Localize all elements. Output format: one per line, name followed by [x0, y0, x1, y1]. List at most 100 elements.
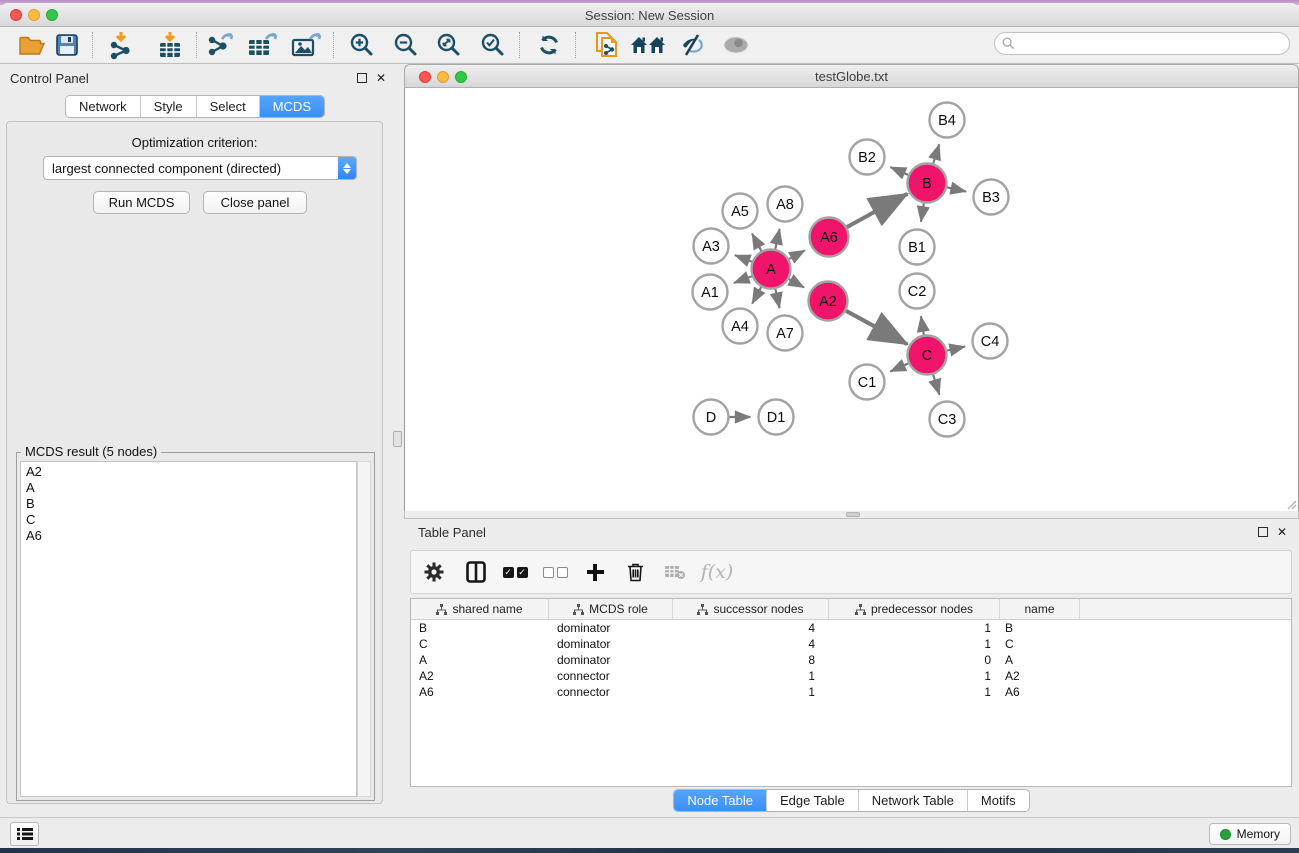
import-table-button[interactable] [152, 29, 188, 61]
table-row[interactable]: Adominator80A [411, 652, 1291, 668]
export-table-button[interactable] [244, 29, 280, 61]
zoom-selected-button[interactable] [475, 29, 511, 61]
column-header-MCDS-role[interactable]: MCDS role [549, 599, 673, 619]
tab-node-table[interactable]: Node Table [674, 790, 766, 811]
edge-A-A5[interactable] [752, 233, 761, 250]
edge-A-A4[interactable] [752, 287, 761, 304]
panel-splitter-handle[interactable] [393, 431, 402, 447]
export-network-button[interactable] [202, 29, 238, 61]
cell-successor-nodes[interactable]: 4 [673, 620, 829, 636]
close-panel-icon[interactable]: ✕ [376, 71, 386, 85]
cell-predecessor-nodes[interactable]: 1 [829, 620, 1000, 636]
mcds-result-item[interactable]: C [21, 512, 356, 528]
table-options-gear-button[interactable] [411, 555, 457, 589]
close-panel-button[interactable]: Close panel [203, 191, 307, 214]
edge-B-B2[interactable] [890, 167, 908, 175]
delete-row-button[interactable] [615, 555, 655, 589]
edge-A-A6[interactable] [789, 250, 805, 259]
refresh-button[interactable] [531, 29, 567, 61]
cell-MCDS-role[interactable]: dominator [549, 620, 673, 636]
column-header-predecessor-nodes[interactable]: predecessor nodes [829, 599, 1000, 619]
search-box[interactable] [994, 32, 1290, 55]
mcds-result-item[interactable]: A [21, 480, 356, 496]
edge-C-C2[interactable] [921, 316, 924, 335]
column-header-name[interactable]: name [1000, 599, 1080, 619]
cell-MCDS-role[interactable]: dominator [549, 636, 673, 652]
hide-graphics-details-button[interactable] [674, 29, 710, 61]
edge-B-B1[interactable] [921, 203, 924, 222]
save-session-button[interactable] [49, 29, 85, 61]
mcds-result-item[interactable]: B [21, 496, 356, 512]
tab-style[interactable]: Style [140, 96, 196, 117]
mcds-result-item[interactable]: A6 [21, 528, 356, 544]
cell-shared-name[interactable]: B [411, 620, 549, 636]
column-header-shared-name[interactable]: shared name [411, 599, 549, 619]
zoom-fit-button[interactable] [431, 29, 467, 61]
show-graphics-details-button[interactable] [718, 29, 754, 61]
tab-edge-table[interactable]: Edge Table [766, 790, 858, 811]
cell-successor-nodes[interactable]: 4 [673, 636, 829, 652]
export-image-button[interactable] [288, 29, 324, 61]
cell-shared-name[interactable]: A2 [411, 668, 549, 684]
cell-MCDS-role[interactable]: dominator [549, 652, 673, 668]
cell-predecessor-nodes[interactable]: 1 [829, 668, 1000, 684]
hscrollbar-thumb[interactable] [846, 512, 860, 517]
network-window-titlebar[interactable]: testGlobe.txt [404, 64, 1299, 88]
tab-network[interactable]: Network [66, 96, 140, 117]
edge-A6-B[interactable] [847, 194, 907, 227]
select-all-button[interactable]: ✓✓ [495, 555, 535, 589]
cell-name[interactable]: B [1000, 620, 1080, 636]
add-row-button[interactable] [575, 555, 615, 589]
table-row[interactable]: A6connector11A6 [411, 684, 1291, 700]
home-button[interactable] [630, 29, 666, 61]
edge-A-A8[interactable] [775, 229, 779, 249]
table-row[interactable]: Cdominator41C [411, 636, 1291, 652]
tab-motifs[interactable]: Motifs [967, 790, 1029, 811]
cell-shared-name[interactable]: A6 [411, 684, 549, 700]
cell-name[interactable]: A2 [1000, 668, 1080, 684]
cell-name[interactable]: A6 [1000, 684, 1080, 700]
cell-successor-nodes[interactable]: 8 [673, 652, 829, 668]
cell-successor-nodes[interactable]: 1 [673, 668, 829, 684]
optimization-criterion-select[interactable]: largest connected component (directed) [43, 156, 357, 180]
edge-A-A7[interactable] [775, 289, 779, 308]
open-file-button[interactable] [14, 29, 50, 61]
import-network-button[interactable] [103, 29, 139, 61]
cell-predecessor-nodes[interactable]: 1 [829, 684, 1000, 700]
function-builder-button[interactable]: f(x) [695, 555, 739, 589]
edge-B-B3[interactable] [947, 187, 966, 191]
mcds-result-item[interactable]: A2 [21, 464, 356, 480]
edge-A-A1[interactable] [734, 276, 752, 283]
edge-A-A2[interactable] [789, 279, 804, 288]
show-columns-button[interactable] [457, 555, 495, 589]
cell-predecessor-nodes[interactable]: 0 [829, 652, 1000, 668]
tab-select[interactable]: Select [196, 96, 259, 117]
run-mcds-button[interactable]: Run MCDS [93, 191, 190, 214]
cell-shared-name[interactable]: A [411, 652, 549, 668]
table-float-icon[interactable] [1258, 526, 1268, 540]
table-row[interactable]: Bdominator41B [411, 620, 1291, 636]
edge-A-A3[interactable] [735, 255, 752, 262]
edge-C-C1[interactable] [890, 363, 908, 371]
network-hscrollbar[interactable] [404, 511, 1299, 519]
cell-successor-nodes[interactable]: 1 [673, 684, 829, 700]
clone-network-button[interactable] [590, 29, 626, 61]
network-canvas[interactable]: B4B2BB3A8A5A6A3B1AC2A1A2A4A7C4CC1DD1C3 [404, 88, 1299, 512]
edge-A2-C[interactable] [846, 311, 907, 344]
edge-B-B4[interactable] [933, 144, 939, 163]
network-graph[interactable]: B4B2BB3A8A5A6A3B1AC2A1A2A4A7C4CC1DD1C3 [405, 88, 1298, 510]
column-header-successor-nodes[interactable]: successor nodes [673, 599, 829, 619]
search-input[interactable] [1019, 37, 1289, 51]
cell-MCDS-role[interactable]: connector [549, 668, 673, 684]
tab-mcds[interactable]: MCDS [259, 96, 324, 117]
mcds-result-list[interactable]: A2ABCA6 [20, 461, 357, 797]
zoom-in-button[interactable] [344, 29, 380, 61]
deselect-all-button[interactable] [535, 555, 575, 589]
float-panel-icon[interactable] [357, 72, 367, 86]
cell-name[interactable]: C [1000, 636, 1080, 652]
cell-predecessor-nodes[interactable]: 1 [829, 636, 1000, 652]
table-row[interactable]: A2connector11A2 [411, 668, 1291, 684]
cell-name[interactable]: A [1000, 652, 1080, 668]
tab-network-table[interactable]: Network Table [858, 790, 967, 811]
cell-shared-name[interactable]: C [411, 636, 549, 652]
